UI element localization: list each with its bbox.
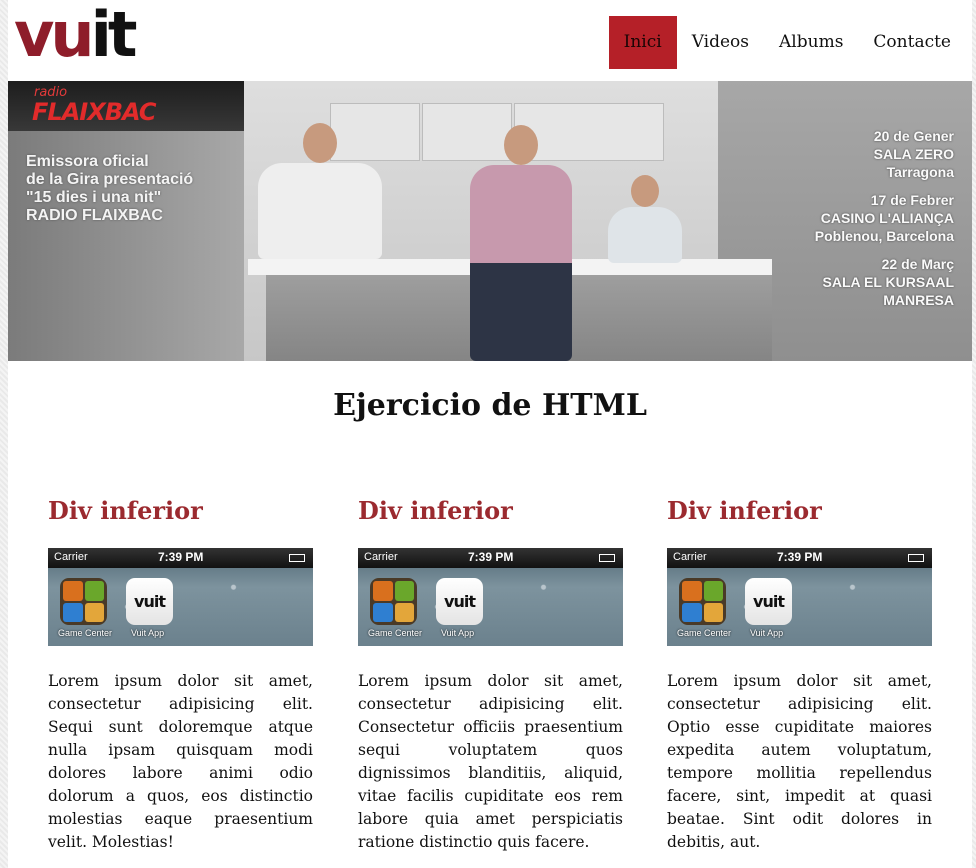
hero-banner: radio FLAIXBAC Emissora oficial de la Gi… xyxy=(8,81,972,361)
vuit-app-icon: vuit xyxy=(436,578,483,625)
column-heading: Div inferior xyxy=(667,496,822,525)
clock-label: 7:39 PM xyxy=(777,550,823,564)
radio-logo-big: FLAIXBAC xyxy=(32,98,156,126)
page-title: Ejercicio de HTML xyxy=(333,388,647,423)
band-member-photo xyxy=(470,125,572,361)
event-date: 17 de Febrer xyxy=(870,192,954,208)
nav-item-albums[interactable]: Albums xyxy=(764,16,858,69)
main-nav: Inici Videos Albums Contacte xyxy=(608,16,966,69)
battery-icon xyxy=(908,554,924,562)
clock-label: 7:39 PM xyxy=(468,550,514,564)
logo-part-2: it xyxy=(90,0,138,71)
app-screenshot-image: Carrier 7:39 PM vuit Game Center Vuit Ap… xyxy=(358,548,623,646)
vuit-app-icon-text: vuit xyxy=(134,592,166,611)
phone-status-bar: Carrier 7:39 PM xyxy=(667,548,932,568)
event-date: 22 de Març xyxy=(881,256,954,272)
event-venue: CASINO L'ALIANÇA xyxy=(820,210,954,226)
app-label: Game Center xyxy=(368,628,423,638)
site-logo[interactable]: vuit xyxy=(14,4,137,66)
column-text: Lorem ipsum dolor sit amet, consectetur … xyxy=(48,672,313,851)
battery-icon xyxy=(599,554,615,562)
nav-item-contacte[interactable]: Contacte xyxy=(858,16,966,69)
promo-line: "15 dies i una nit" xyxy=(26,189,162,206)
column-heading: Div inferior xyxy=(48,496,203,525)
vuit-app-icon-text: vuit xyxy=(753,592,785,611)
app-label: Game Center xyxy=(58,628,113,638)
content-column: Div inferior Carrier 7:39 PM vuit Game C… xyxy=(358,496,623,854)
clock-label: 7:39 PM xyxy=(158,550,204,564)
app-screenshot-image: Carrier 7:39 PM vuit Game Center Vuit Ap… xyxy=(48,548,313,646)
event-venue: SALA ZERO xyxy=(873,146,954,162)
event-city: Tarragona xyxy=(886,164,954,180)
radio-flaixbac-logo: radio FLAIXBAC xyxy=(8,81,244,131)
carrier-label: Carrier xyxy=(54,551,88,563)
app-label: Vuit App xyxy=(750,628,784,638)
app-label: Vuit App xyxy=(131,628,165,638)
event-venue: SALA EL KURSAAL xyxy=(822,274,954,290)
content-column: Div inferior Carrier 7:39 PM vuit Game C… xyxy=(48,496,313,854)
promo-line: Emissora oficial xyxy=(26,153,149,170)
battery-icon xyxy=(289,554,305,562)
app-label: Game Center xyxy=(677,628,732,638)
page: vuit Inici Videos Albums Contacte radio … xyxy=(8,0,972,868)
band-member-photo xyxy=(608,175,682,263)
nav-item-inici[interactable]: Inici xyxy=(608,16,677,69)
vuit-app-icon: vuit xyxy=(126,578,173,625)
carrier-label: Carrier xyxy=(673,551,707,563)
hero-cabinet xyxy=(330,103,420,161)
phone-status-bar: Carrier 7:39 PM xyxy=(358,548,623,568)
band-member-photo xyxy=(258,123,382,259)
tour-dates: 20 de Gener SALA ZERO Tarragona 17 de Fe… xyxy=(754,127,954,319)
tour-event: 17 de Febrer CASINO L'ALIANÇA Poblenou, … xyxy=(754,191,954,245)
app-screenshot-image: Carrier 7:39 PM vuit Game Center Vuit Ap… xyxy=(667,548,932,646)
promo-line: RADIO FLAIXBAC xyxy=(26,207,163,224)
game-center-icon xyxy=(370,578,417,625)
vuit-app-icon: vuit xyxy=(745,578,792,625)
event-date: 20 de Gener xyxy=(873,128,954,144)
site-header: vuit Inici Videos Albums Contacte xyxy=(8,0,972,81)
carrier-label: Carrier xyxy=(364,551,398,563)
hero-promo-text: Emissora oficial de la Gira presentació … xyxy=(26,153,256,225)
app-label: Vuit App xyxy=(441,628,475,638)
event-city: Poblenou, Barcelona xyxy=(814,228,954,244)
phone-status-bar: Carrier 7:39 PM xyxy=(48,548,313,568)
logo-part-1: vu xyxy=(14,0,95,71)
hero-cabinet xyxy=(422,103,512,161)
content-column: Div inferior Carrier 7:39 PM vuit Game C… xyxy=(667,496,932,854)
tour-event: 20 de Gener SALA ZERO Tarragona xyxy=(754,127,954,181)
promo-line: de la Gira presentació xyxy=(26,171,194,188)
column-text: Lorem ipsum dolor sit amet, consectetur … xyxy=(358,672,623,851)
event-city: MANRESA xyxy=(883,292,954,308)
column-text: Lorem ipsum dolor sit amet, consectetur … xyxy=(667,672,932,851)
game-center-icon xyxy=(679,578,726,625)
tour-event: 22 de Març SALA EL KURSAAL MANRESA xyxy=(754,255,954,309)
nav-item-videos[interactable]: Videos xyxy=(677,16,764,69)
game-center-icon xyxy=(60,578,107,625)
vuit-app-icon-text: vuit xyxy=(444,592,476,611)
column-heading: Div inferior xyxy=(358,496,513,525)
